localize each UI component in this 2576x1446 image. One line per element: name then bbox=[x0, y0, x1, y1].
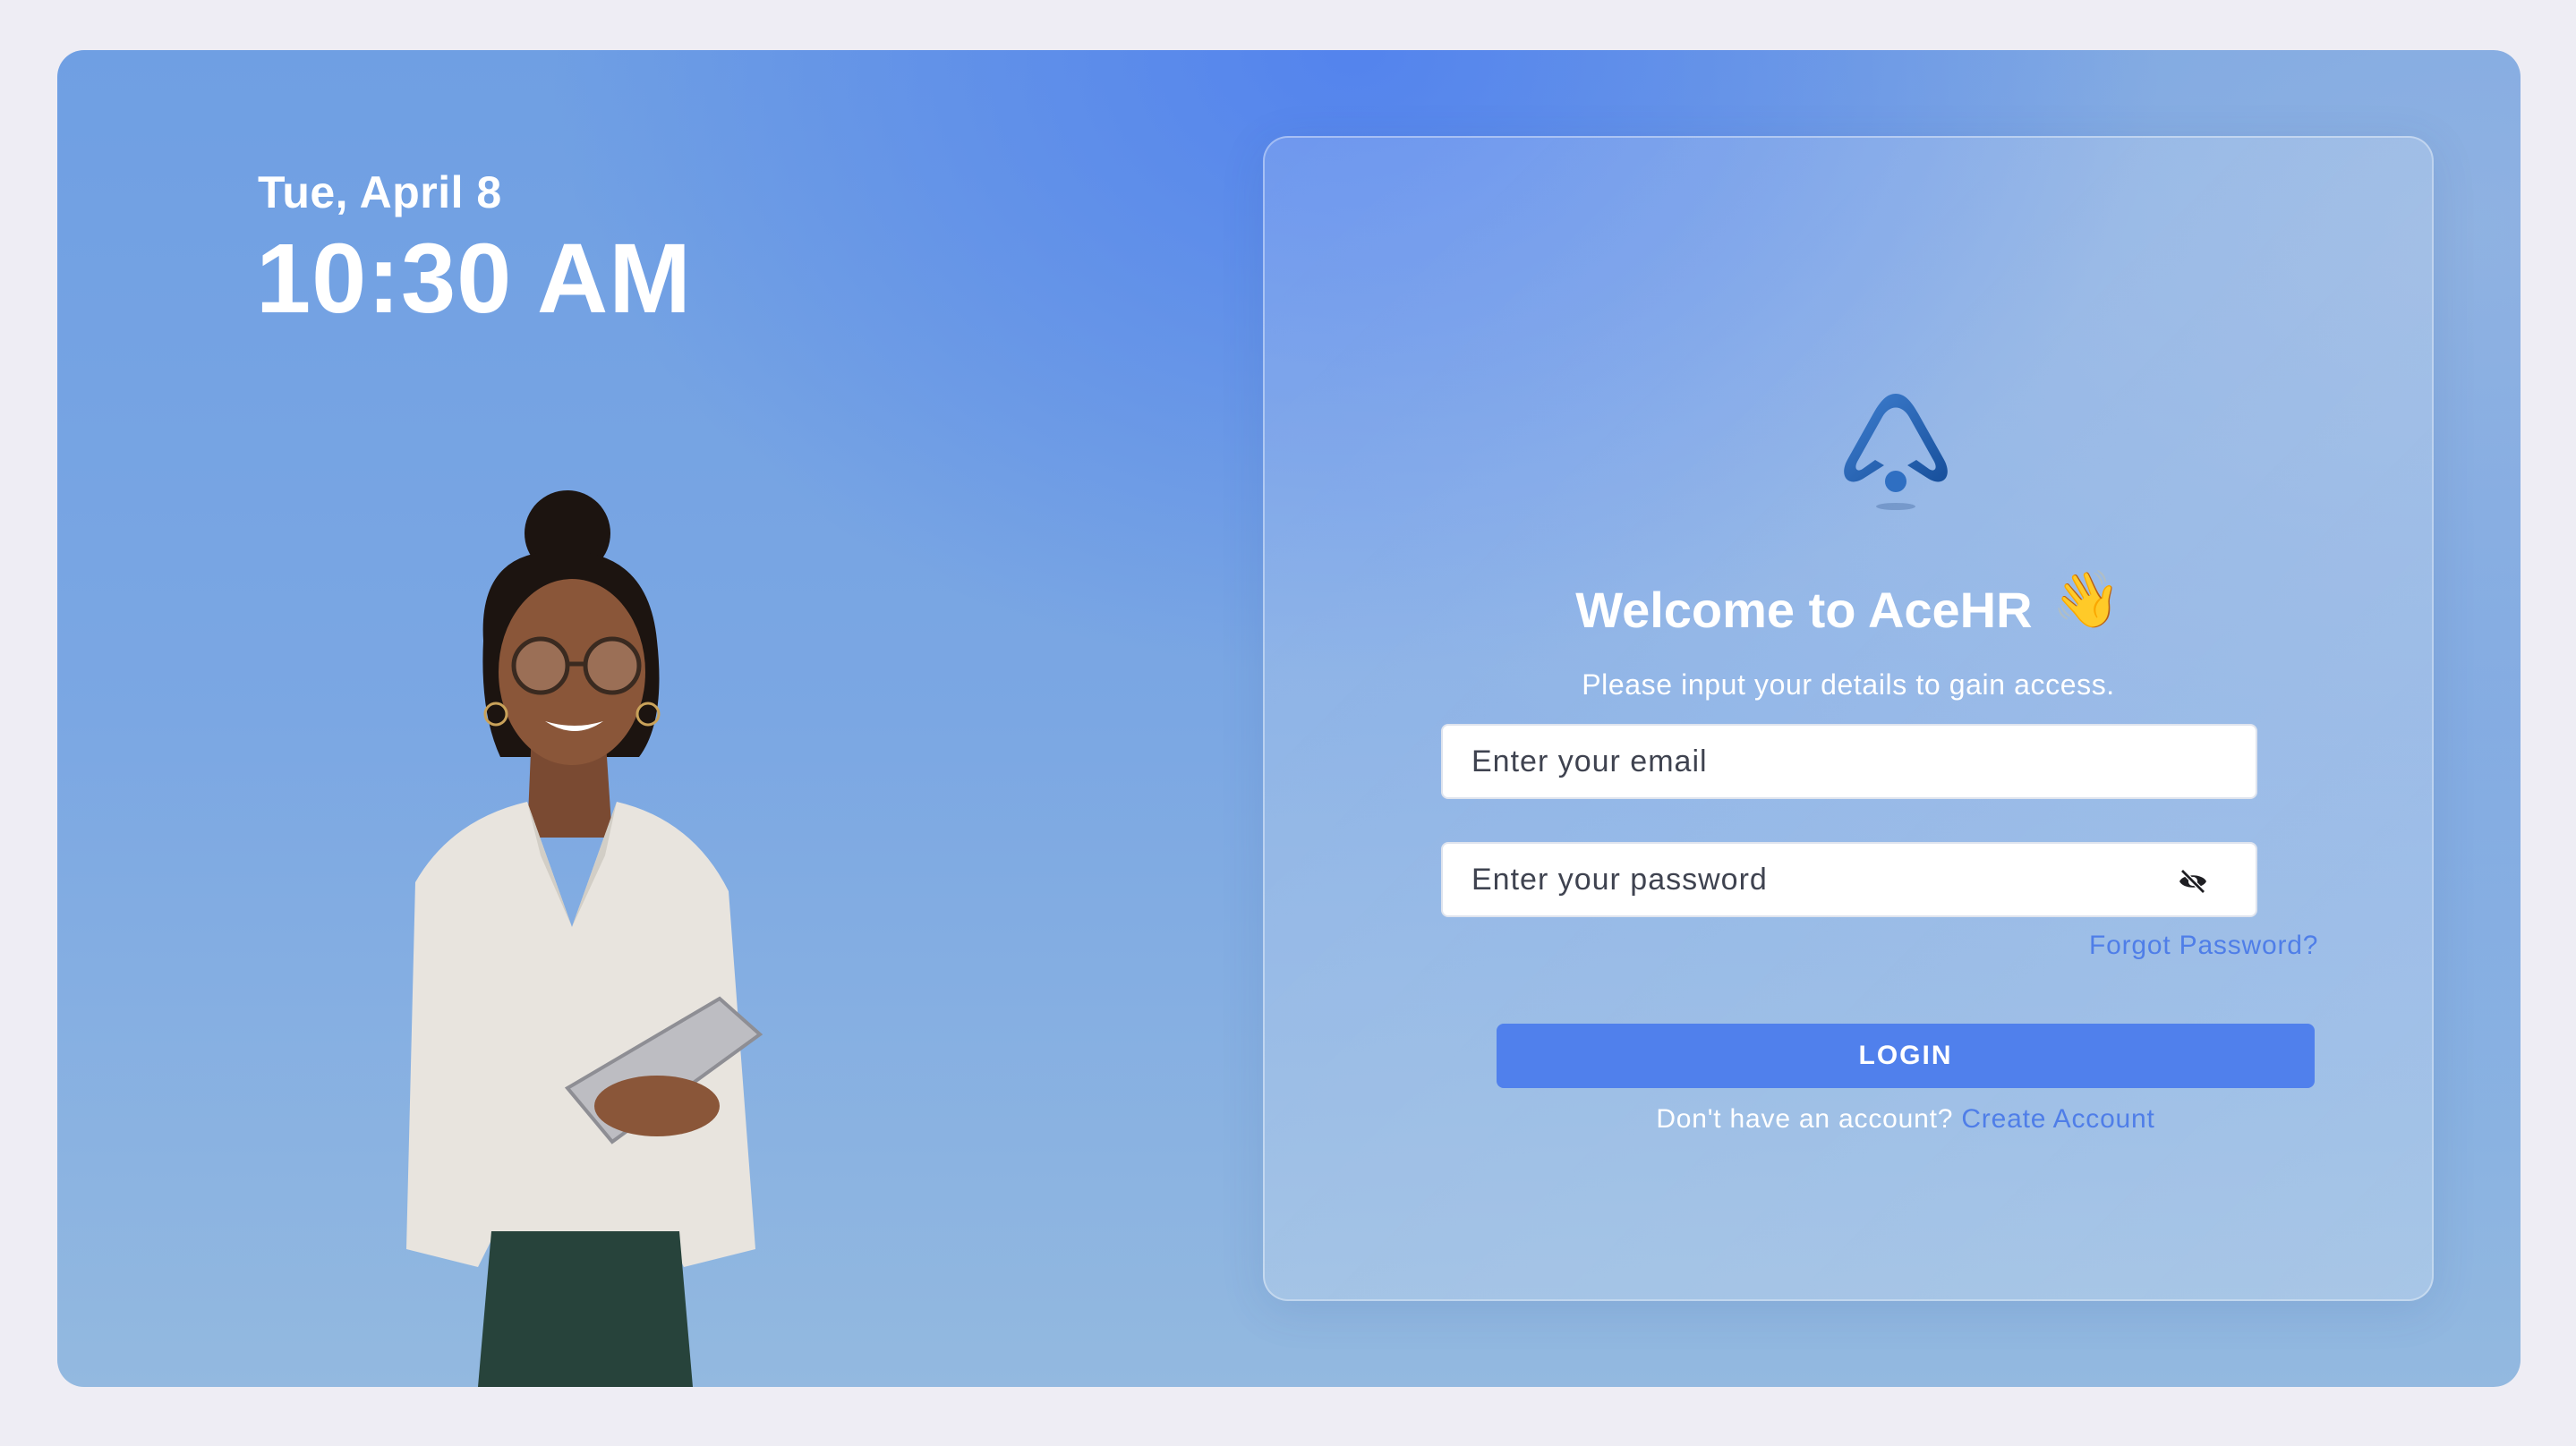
email-placeholder: Enter your email bbox=[1471, 744, 1708, 778]
waving-hand-icon: 👋 bbox=[2051, 569, 2121, 631]
login-button[interactable]: LOGIN bbox=[1497, 1024, 2315, 1088]
forgot-password-link[interactable]: Forgot Password? bbox=[2089, 931, 2318, 961]
acehr-logo-icon bbox=[1838, 388, 1954, 514]
current-date: Tue, April 8 bbox=[258, 167, 502, 217]
welcome-title-text: Welcome to AceHR bbox=[1575, 582, 2033, 638]
no-account-text: Don't have an account? bbox=[1656, 1104, 1954, 1134]
welcome-title: Welcome to AceHR 👋 bbox=[1265, 569, 2432, 642]
login-screen: Tue, April 8 10:30 AM Welcome to AceHR 👋… bbox=[57, 50, 2521, 1387]
password-field[interactable]: Enter your password bbox=[1441, 842, 2257, 917]
create-account-link[interactable]: Create Account bbox=[1961, 1104, 2154, 1134]
password-placeholder: Enter your password bbox=[1471, 862, 1768, 897]
email-field[interactable]: Enter your email bbox=[1441, 724, 2257, 799]
current-time: 10:30 AM bbox=[256, 224, 692, 334]
eye-slash-icon[interactable] bbox=[2177, 865, 2209, 897]
woman-with-tablet-illustration bbox=[406, 490, 763, 1387]
signup-prompt: Don't have an account? Create Account bbox=[1497, 1104, 2315, 1135]
welcome-subtitle: Please input your details to gain access… bbox=[1582, 668, 2115, 701]
